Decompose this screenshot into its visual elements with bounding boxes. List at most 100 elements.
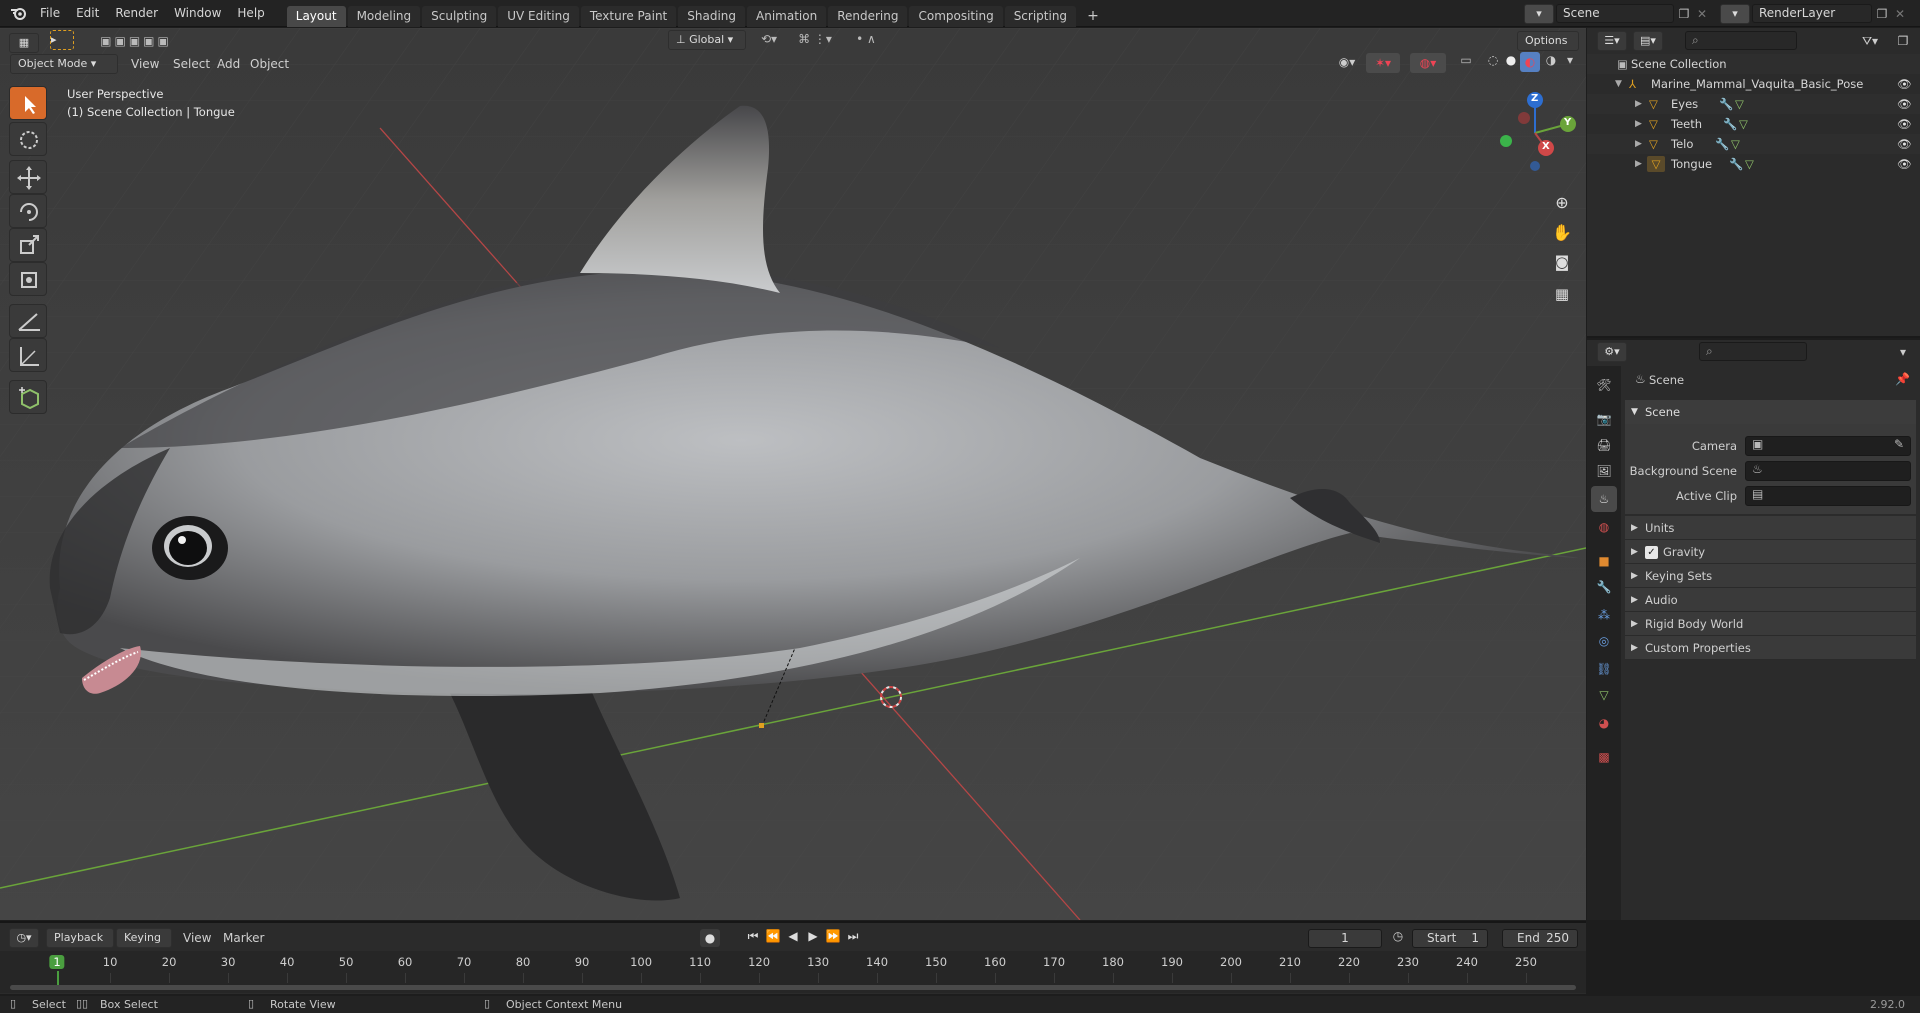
outliner-row-armature[interactable]: ▼ ⅄ Marine_Mammal_Vaquita_Basic_Pose 👁	[1587, 74, 1920, 94]
navigation-gizmo[interactable]: Z Y X	[1490, 88, 1580, 178]
select-tool-toggle[interactable]: ▸	[50, 30, 74, 50]
pin-icon[interactable]: 📌	[1895, 372, 1910, 386]
ortho-toggle-icon[interactable]: ▦	[1548, 280, 1576, 308]
proportional-edit-icon[interactable]: • ∧	[848, 32, 884, 46]
view-layer-browse-icon[interactable]: ▾	[1720, 3, 1750, 24]
prev-keyframe-icon[interactable]: ⏪	[764, 929, 782, 943]
expand-arrow-icon[interactable]: ▼	[1615, 74, 1622, 94]
timeline-menu-marker[interactable]: Marker	[223, 931, 264, 945]
view-layer-field[interactable]: RenderLayer	[1752, 4, 1872, 23]
add-workspace-button[interactable]: +	[1078, 6, 1108, 27]
tab-object-icon[interactable]: ■	[1591, 548, 1617, 574]
gravity-panel[interactable]: ▶ ✓ Gravity	[1625, 540, 1916, 564]
tab-render-icon[interactable]: 📷	[1591, 406, 1617, 432]
outliner-row-teeth[interactable]: ▶ ▽ Teeth 🔧 ▽ 👁	[1587, 114, 1920, 134]
start-frame-field[interactable]: Start 1	[1412, 929, 1488, 948]
menu-edit[interactable]: Edit	[68, 0, 107, 27]
options-dropdown[interactable]: Options ▾	[1517, 31, 1579, 65]
outliner-display-mode-icon[interactable]: ▤▾	[1633, 31, 1663, 51]
tab-texture-paint[interactable]: Texture Paint	[580, 5, 677, 27]
outliner-new-collection-icon[interactable]: ❐	[1893, 31, 1913, 51]
outliner-row-tongue[interactable]: ▶ ▽ Tongue 🔧 ▽ 👁	[1587, 154, 1920, 174]
timeline-editor-type-icon[interactable]: ◷▾	[9, 928, 39, 948]
units-panel[interactable]: ▶ Units	[1625, 516, 1916, 540]
properties-search-input[interactable]: ⌕	[1699, 342, 1807, 361]
tool-measure[interactable]	[9, 338, 47, 372]
scene-copy-icon[interactable]: ❐	[1674, 7, 1694, 21]
blender-logo-icon[interactable]	[4, 0, 32, 27]
preview-range-icon[interactable]: ◷	[1388, 929, 1408, 943]
visibility-eye-icon[interactable]: 👁	[1897, 134, 1912, 154]
editor-type-icon[interactable]: ▦	[9, 33, 39, 53]
rigid-body-world-panel[interactable]: ▶ Rigid Body World	[1625, 612, 1916, 636]
shading-material-icon[interactable]: ◐	[1520, 52, 1540, 72]
pivot-icon[interactable]: ⟲▾	[754, 32, 784, 46]
end-frame-field[interactable]: End 250	[1502, 929, 1578, 948]
audio-panel[interactable]: ▶ Audio	[1625, 588, 1916, 612]
expand-arrow-icon[interactable]: ▶	[1635, 114, 1642, 134]
tab-constraints-icon[interactable]: ⛓	[1591, 656, 1617, 682]
menu-file[interactable]: File	[32, 0, 68, 27]
3d-viewport[interactable]: ▦ Object Mode ▾ View Select Add Object ▸…	[0, 28, 1586, 920]
tab-shading[interactable]: Shading	[678, 5, 745, 27]
menu-window[interactable]: Window	[166, 0, 229, 27]
tab-scripting[interactable]: Scripting	[1004, 5, 1077, 27]
tab-data-icon[interactable]: ▽	[1591, 682, 1617, 708]
tab-texture-icon[interactable]: ▩	[1591, 744, 1617, 770]
tool-rotate[interactable]	[9, 194, 47, 228]
tab-uv-editing[interactable]: UV Editing	[498, 5, 579, 27]
current-frame-field[interactable]: 1	[1308, 929, 1382, 948]
tool-annotate[interactable]	[9, 304, 47, 338]
tool-add-cube[interactable]	[9, 380, 47, 414]
menu-render[interactable]: Render	[107, 0, 166, 27]
zoom-icon[interactable]: ⊕	[1548, 188, 1576, 216]
gizmo-toggle-icon[interactable]: ✶▾	[1366, 53, 1400, 73]
visibility-eye-icon[interactable]: 👁	[1897, 74, 1912, 94]
tab-material-icon[interactable]: ◕	[1591, 710, 1617, 736]
snap-icon[interactable]: ⌘ ⋮▾	[790, 32, 840, 46]
viewport-menu-view[interactable]: View	[122, 57, 168, 71]
tab-modifier-icon[interactable]: 🔧	[1591, 574, 1617, 600]
tab-physics-icon[interactable]: ◎	[1591, 628, 1617, 654]
tool-move[interactable]	[9, 160, 47, 194]
keying-dropdown[interactable]: Keying ▾	[116, 928, 172, 962]
outliner-editor-type-icon[interactable]: ☰▾	[1597, 31, 1627, 51]
playback-dropdown[interactable]: Playback ▾	[46, 928, 114, 962]
tool-cursor[interactable]	[9, 122, 47, 156]
properties-editor-type-icon[interactable]: ⚙▾	[1597, 342, 1627, 362]
visibility-eye-icon[interactable]: 👁	[1897, 154, 1912, 174]
active-clip-field[interactable]: ▤	[1745, 486, 1911, 506]
pan-hand-icon[interactable]: ✋	[1548, 218, 1576, 246]
overlays-toggle-icon[interactable]: ◍▾	[1410, 53, 1446, 73]
jump-start-icon[interactable]: ⏮	[744, 929, 762, 944]
visibility-icon[interactable]: ◉▾	[1332, 55, 1362, 69]
shading-options-icon[interactable]: ▾	[1562, 53, 1578, 67]
record-icon[interactable]: ●	[700, 929, 720, 947]
expand-arrow-icon[interactable]: ▶	[1635, 134, 1642, 154]
scene-close-icon[interactable]: ✕	[1694, 7, 1710, 21]
viewport-menu-object[interactable]: Object	[241, 57, 298, 71]
outliner-row-eyes[interactable]: ▶ ▽ Eyes 🔧 ▽ 👁	[1587, 94, 1920, 114]
visibility-eye-icon[interactable]: 👁	[1897, 94, 1912, 114]
jump-end-icon[interactable]: ⏭	[844, 929, 862, 944]
tab-compositing[interactable]: Compositing	[909, 5, 1003, 27]
tab-world-icon[interactable]: ◍	[1591, 514, 1617, 540]
expand-arrow-icon[interactable]: ▶	[1635, 154, 1642, 174]
tab-view-layer-icon[interactable]: 🖼	[1591, 458, 1617, 484]
playhead-line[interactable]	[57, 971, 59, 985]
keying-sets-panel[interactable]: ▶ Keying Sets	[1625, 564, 1916, 588]
outliner-row-telo[interactable]: ▶ ▽ Telo 🔧 ▽ 👁	[1587, 134, 1920, 154]
tab-rendering[interactable]: Rendering	[828, 5, 908, 27]
tab-modeling[interactable]: Modeling	[347, 5, 421, 27]
select-mode-icons[interactable]: ▣▣▣▣▣	[88, 31, 184, 51]
view-layer-copy-icon[interactable]: ❐	[1872, 7, 1892, 21]
tab-sculpting[interactable]: Sculpting	[422, 5, 497, 27]
timeline-scrollbar[interactable]	[10, 985, 1576, 990]
scene-name-field[interactable]: Scene	[1556, 4, 1674, 23]
mode-dropdown[interactable]: Object Mode ▾	[10, 54, 118, 74]
play-reverse-icon[interactable]: ◀	[784, 929, 802, 943]
visibility-eye-icon[interactable]: 👁	[1897, 114, 1912, 134]
shading-solid-icon[interactable]: ●	[1502, 53, 1520, 67]
scene-browse-icon[interactable]: ▾	[1524, 3, 1554, 24]
play-icon[interactable]: ▶	[804, 929, 822, 943]
